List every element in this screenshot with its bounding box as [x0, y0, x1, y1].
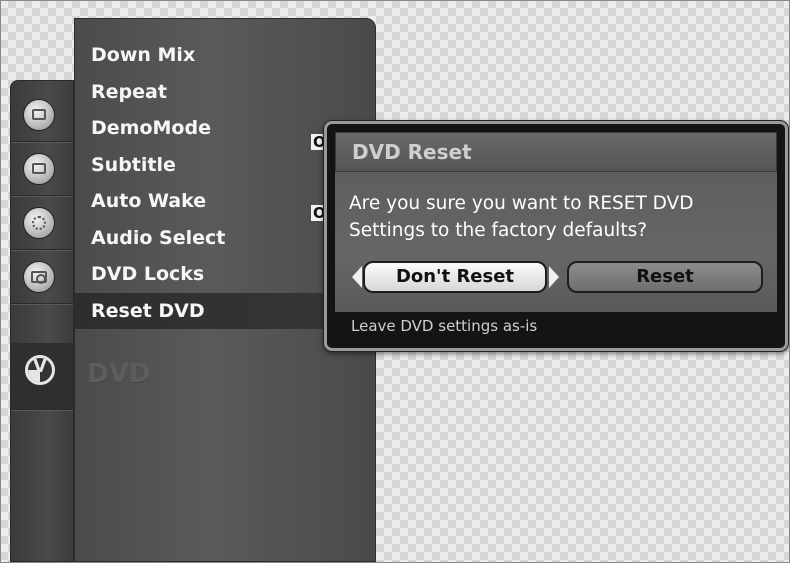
dvd-icon: V — [25, 355, 55, 385]
dialog-title: DVD Reset — [335, 132, 777, 172]
reset-button[interactable]: Reset — [567, 261, 763, 293]
gear-icon — [23, 207, 55, 239]
tv-icon — [23, 153, 55, 185]
menu-category-label: DVD — [87, 359, 151, 389]
category-settings[interactable] — [11, 197, 73, 250]
dvd-reset-dialog: DVD Reset Are you sure you want to RESET… — [324, 121, 788, 351]
category-strip: V — [10, 80, 74, 562]
arrow-right-icon[interactable] — [549, 266, 559, 288]
dialog-body: Are you sure you want to RESET DVD Setti… — [335, 172, 777, 312]
menu-item-repeat[interactable]: Repeat — [75, 74, 375, 111]
dialog-status-text: Leave DVD settings as-is — [351, 317, 538, 335]
picture-icon — [23, 99, 55, 131]
arrow-left-icon[interactable] — [352, 266, 362, 288]
camera-icon — [23, 261, 55, 293]
category-picture[interactable] — [11, 89, 73, 142]
category-tv[interactable] — [11, 143, 73, 196]
menu-item-down-mix[interactable]: Down Mix — [75, 37, 375, 74]
dialog-message: Are you sure you want to RESET DVD Setti… — [349, 193, 694, 241]
category-dvd[interactable]: V — [11, 343, 73, 410]
dont-reset-button[interactable]: Don't Reset — [363, 261, 547, 293]
category-photo[interactable] — [11, 251, 73, 304]
